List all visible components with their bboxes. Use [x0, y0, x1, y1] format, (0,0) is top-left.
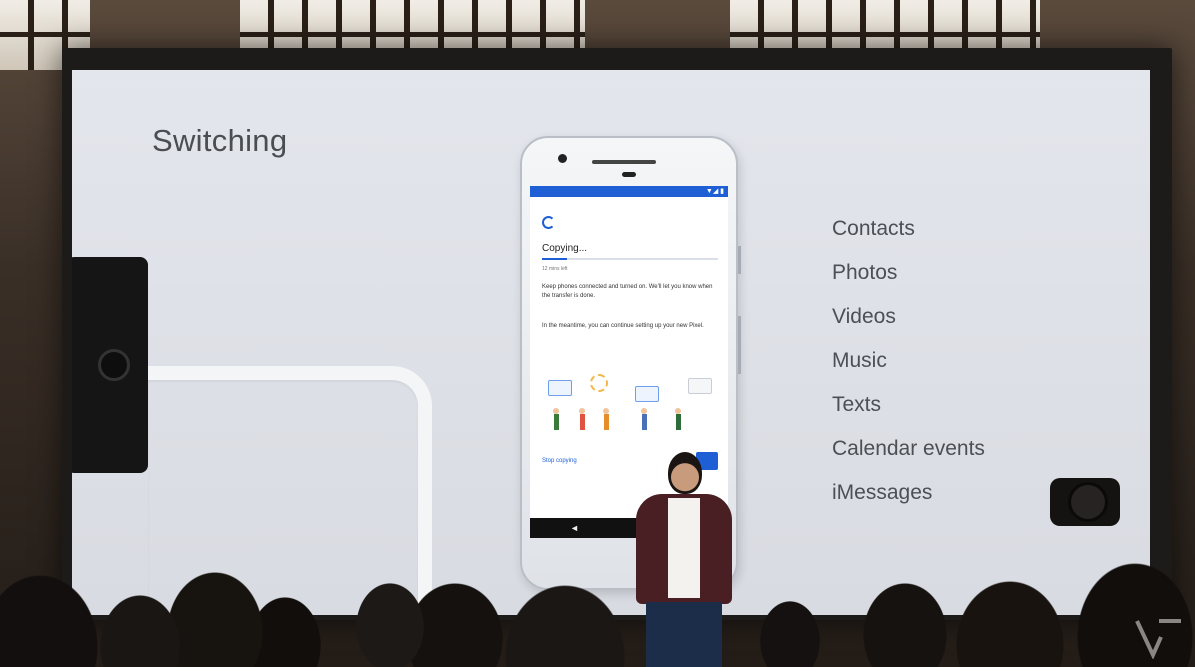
transferable-content-list: Contacts Photos Videos Music Texts Calen… [832, 214, 985, 522]
volume-rocker [738, 316, 741, 374]
status-bar: ▼◢ ▮ [530, 186, 728, 197]
content-item-videos: Videos [832, 305, 896, 328]
copying-heading: Copying... [542, 243, 588, 254]
content-item-texts: Texts [832, 393, 882, 416]
verge-logo [1135, 619, 1181, 659]
audience-silhouettes [0, 527, 1195, 667]
instructions-paragraph-1: Keep phones connected and turned on. We'… [542, 284, 713, 299]
copy-progress-fill [542, 258, 567, 260]
message-card-icon [635, 386, 659, 402]
slide-title: Switching [152, 123, 288, 158]
stop-copying-link[interactable]: Stop copying [542, 458, 577, 464]
copy-progress-bar [542, 258, 718, 260]
person-figure [579, 408, 585, 430]
content-item-calendar-events: Calendar events [832, 437, 985, 460]
front-camera [558, 154, 567, 163]
camera-lens [1068, 482, 1108, 522]
camera-lens-icon [98, 349, 130, 381]
camera-icon [1050, 478, 1120, 526]
person-figure [553, 408, 559, 430]
person-figure [603, 408, 609, 430]
gear-icon [590, 374, 608, 392]
presenter-head [668, 452, 702, 494]
person-figure [675, 408, 681, 430]
content-item-contacts: Contacts [832, 217, 915, 240]
iphone-device [72, 257, 148, 473]
earpiece-speaker [592, 160, 656, 164]
instructions-paragraph-2: In the meantime, you can continue settin… [542, 323, 704, 329]
time-left-text: 12 mins left [542, 266, 568, 272]
people-illustration [540, 374, 720, 434]
content-item-music: Music [832, 349, 887, 372]
cloud-card-icon [688, 378, 712, 394]
content-item-imessages: iMessages [832, 481, 933, 504]
sync-icon [542, 216, 555, 229]
person-figure [641, 408, 647, 430]
photo-card-icon [548, 380, 572, 396]
power-button [738, 246, 741, 274]
proximity-sensor [622, 172, 636, 177]
content-item-photos: Photos [832, 261, 898, 284]
